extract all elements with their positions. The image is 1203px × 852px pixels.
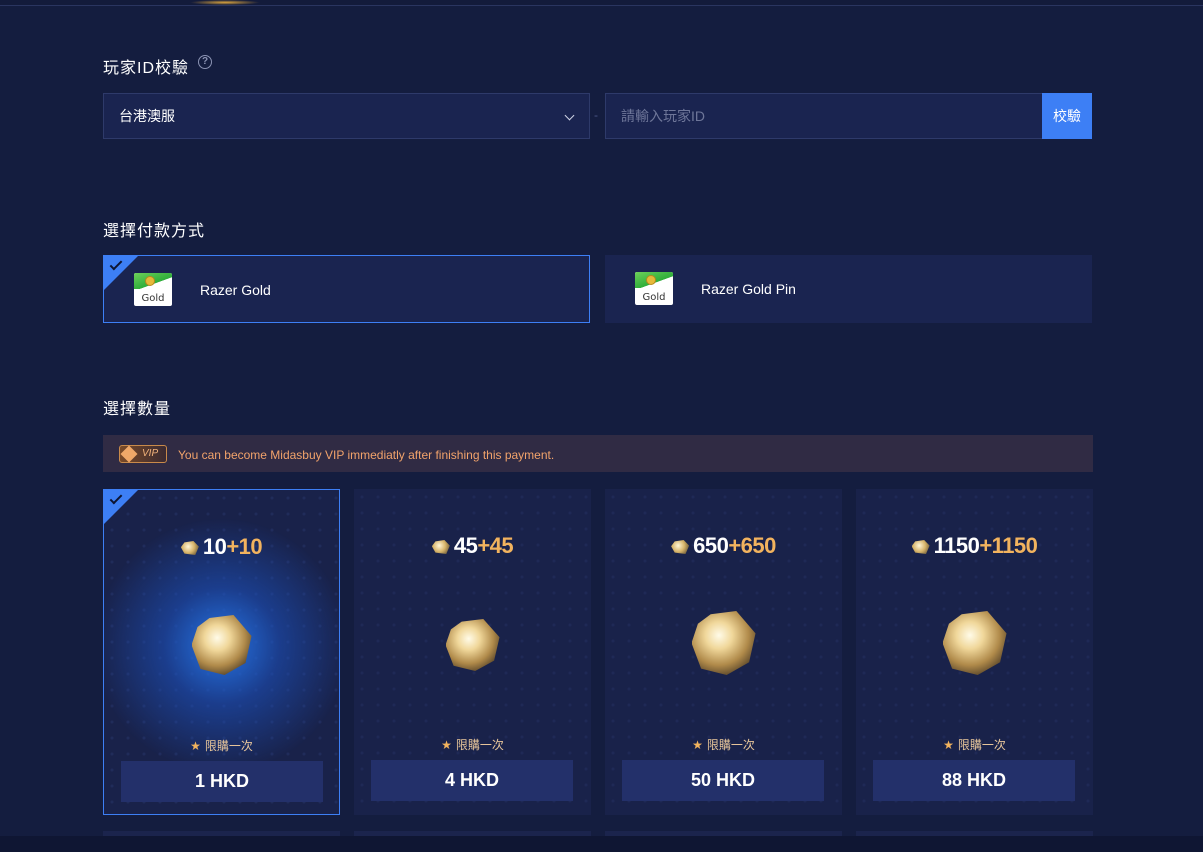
star-icon: ★	[692, 738, 703, 752]
payment-option-razer-gold-pin[interactable]: Gold Razer Gold Pin	[605, 255, 1092, 323]
package-amount: 10+10	[104, 534, 339, 560]
server-select[interactable]: 台港澳服	[103, 93, 590, 139]
purchase-limit: ★ 限購一次	[692, 738, 755, 752]
razer-gold-logo: Gold	[635, 272, 673, 305]
vip-badge: VIP	[119, 445, 167, 463]
package-card-45[interactable]: 45+45 ★ 限購一次 4 HKD	[354, 489, 591, 815]
bottom-bar	[0, 836, 1203, 852]
package-price: 4 HKD	[371, 760, 573, 801]
field-separator: -	[594, 108, 598, 122]
vip-banner: VIP You can become Midasbuy VIP immediat…	[103, 435, 1093, 472]
gem-icon	[671, 540, 690, 554]
payment-option-razer-gold[interactable]: Gold Razer Gold	[103, 255, 590, 323]
amount-title: 選擇數量	[103, 401, 172, 418]
purchase-limit: ★ 限購一次	[441, 738, 504, 752]
package-price: 50 HKD	[622, 760, 824, 801]
vip-diamond-icon	[120, 445, 138, 463]
active-tab-glow	[190, 0, 260, 5]
question-circle-icon[interactable]: ?	[198, 55, 212, 69]
star-icon: ★	[441, 738, 452, 752]
package-card-10[interactable]: 10+10 ★ 限購一次 1 HKD	[103, 489, 340, 815]
gem-icon	[431, 540, 450, 554]
package-amount: 1150+1150	[856, 533, 1093, 559]
payment-method-title: 選擇付款方式	[103, 223, 206, 240]
package-amount: 650+650	[605, 533, 842, 559]
star-icon: ★	[190, 739, 201, 753]
package-card-650[interactable]: 650+650 ★ 限購一次 50 HKD	[605, 489, 842, 815]
package-price: 1 HKD	[121, 761, 323, 802]
razer-gold-logo: Gold	[134, 273, 172, 306]
package-card-1150[interactable]: 1150+1150 ★ 限購一次 88 HKD	[856, 489, 1093, 815]
purchase-limit: ★ 限購一次	[943, 738, 1006, 752]
package-price: 88 HKD	[873, 760, 1075, 801]
payment-option-label: Razer Gold Pin	[701, 281, 796, 297]
gem-icon	[911, 540, 930, 554]
top-nav-bar	[0, 0, 1203, 6]
purchase-limit: ★ 限購一次	[190, 739, 253, 753]
vip-message: You can become Midasbuy VIP immediatly a…	[178, 448, 555, 462]
gem-icon	[180, 541, 199, 555]
verify-button[interactable]: 校驗	[1042, 93, 1092, 139]
server-select-value: 台港澳服	[119, 108, 175, 124]
package-amount: 45+45	[354, 533, 591, 559]
payment-option-label: Razer Gold	[200, 282, 271, 298]
player-id-title: 玩家ID校驗	[103, 60, 190, 77]
player-id-input[interactable]	[605, 93, 1042, 139]
chevron-down-icon	[564, 110, 575, 121]
star-icon: ★	[943, 738, 954, 752]
